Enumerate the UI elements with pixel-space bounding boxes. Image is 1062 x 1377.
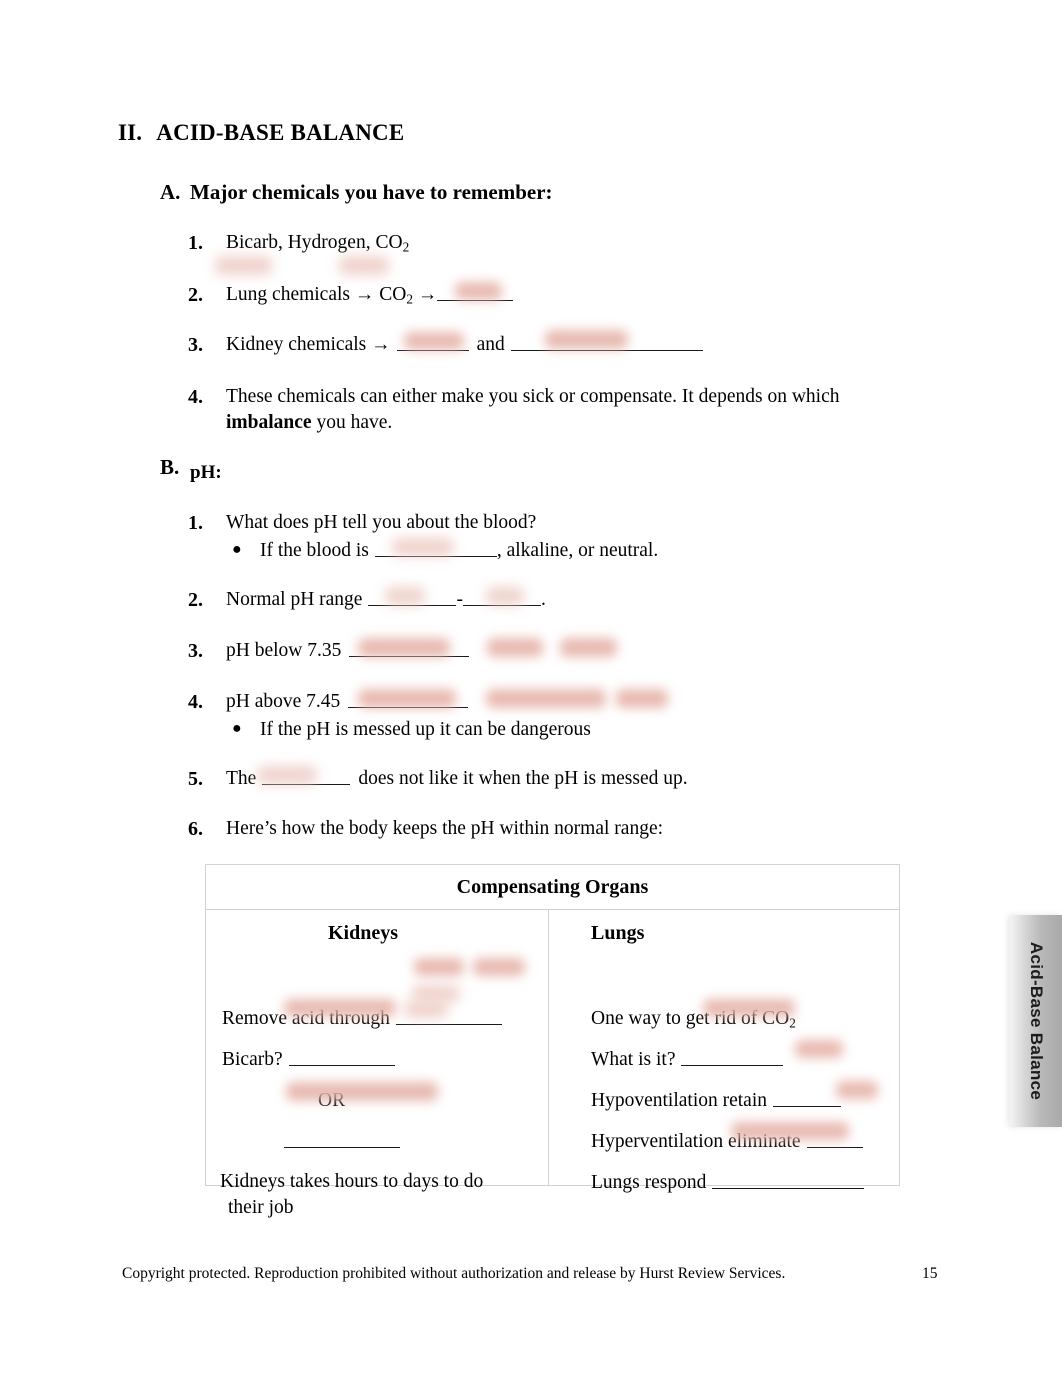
list-item-a1: 1. Bicarb, Hydrogen, CO2: [188, 230, 409, 261]
list-item-b3-number: 3.: [188, 640, 203, 662]
redaction-blob: [560, 638, 617, 657]
fill-in-blank[interactable]: [806, 1147, 863, 1148]
fill-in-blank[interactable]: [348, 707, 469, 708]
bullet-item-b1: ● If the blood is , alkaline, or neutral.: [232, 537, 658, 564]
list-item-b3: 3. pH below 7.35: [188, 638, 470, 664]
list-item-a3-number: 3.: [188, 334, 203, 356]
list-item-a4-number: 4.: [188, 386, 203, 408]
fill-in-blank[interactable]: [712, 1188, 865, 1189]
table-column-header-lungs: Lungs: [591, 922, 645, 944]
list-item-b2-text: Normal pH range -.: [226, 589, 546, 610]
redaction-blob: [616, 689, 668, 708]
list-item-a3: 3. Kidney chemicals → and: [188, 332, 703, 358]
fill-in-blank[interactable]: [681, 1065, 784, 1066]
table-body: Kidneys Remove acid through Bicarb? OR K…: [206, 910, 899, 1218]
subsection-a-letter: A.: [160, 180, 181, 204]
bullet-item-b1-text-before: If the blood is: [260, 540, 369, 561]
list-item-b5-number: 5.: [188, 768, 203, 790]
fill-in-blank[interactable]: [773, 1106, 841, 1107]
list-item-a2-text: Lung chemicals → CO2 →: [226, 282, 514, 313]
section-heading: II. ACID-BASE BALANCE: [118, 120, 404, 146]
subsection-b-heading: B. pH:: [160, 455, 222, 483]
fill-in-blank[interactable]: [262, 784, 351, 785]
list-item-b4: 4. pH above 7.45: [188, 689, 469, 715]
bullet-item-b4: ● If the pH is messed up it can be danger…: [232, 716, 591, 743]
table-cell-blank-line: [284, 1129, 400, 1154]
fill-in-blank[interactable]: [395, 1024, 502, 1025]
list-item-b6-text: Here’s how the body keeps the pH within …: [226, 818, 664, 839]
section-title: ACID-BASE BALANCE: [156, 120, 405, 145]
table-column-kidneys: Kidneys Remove acid through Bicarb? OR K…: [206, 910, 549, 1218]
table-cell-hypoventilation: Hypoventilation retain: [591, 1088, 841, 1113]
list-item-b1-number: 1.: [188, 512, 203, 534]
subsection-a-title: Major chemicals you have to remember:: [190, 180, 553, 204]
fill-in-blank[interactable]: [349, 656, 470, 657]
list-item-b2: 2. Normal pH range -.: [188, 587, 546, 613]
list-item-a1-number: 1.: [188, 232, 203, 254]
redaction-blob: [486, 689, 606, 708]
subscript-2: 2: [402, 239, 410, 255]
fill-in-blank[interactable]: [368, 605, 457, 606]
side-tab-label: Acid-Base Balance: [1027, 941, 1046, 1101]
table-column-header-kidneys: Kidneys: [327, 922, 399, 944]
list-item-b4-number: 4.: [188, 691, 203, 713]
subscript-2: 2: [406, 291, 413, 307]
list-item-b6-number: 6.: [188, 818, 203, 840]
list-item-b3-text: pH below 7.35: [226, 638, 470, 664]
list-item-a2: 2. Lung chemicals → CO2 →: [188, 282, 514, 313]
fill-in-blank[interactable]: [374, 556, 497, 557]
fill-in-blank[interactable]: [288, 1065, 395, 1066]
table-cell-kidneys-time-2: their job: [228, 1197, 294, 1218]
bullet-dot-icon: ●: [232, 541, 242, 558]
list-item-a3-text: Kidney chemicals → and: [226, 332, 703, 358]
table-cell-one-way-co2: One way to get rid of CO2: [591, 1008, 796, 1031]
table-cell-lungs-respond: Lungs respond: [591, 1170, 865, 1195]
list-item-b6: 6. Here’s how the body keeps the pH with…: [188, 816, 663, 842]
document-page: II. ACID-BASE BALANCE A. Major chemicals y…: [0, 0, 1062, 1377]
subscript-2: 2: [789, 1015, 796, 1031]
subsection-a-heading: A. Major chemicals you have to remember:: [160, 180, 553, 205]
list-item-b1-text: What does pH tell you about the blood?: [226, 512, 537, 533]
list-item-a4: 4. These chemicals can either make you s…: [188, 384, 868, 436]
side-tab-acid-base-balance[interactable]: Acid-Base Balance: [1010, 915, 1062, 1127]
list-item-b4-text: pH above 7.45: [226, 689, 469, 715]
footer-copyright: Copyright protected. Reproduction prohib…: [122, 1265, 786, 1282]
fill-in-blank[interactable]: [437, 300, 514, 301]
bullet-item-b4-text: If the pH is messed up it can be dangero…: [260, 719, 591, 740]
fill-in-blank[interactable]: [510, 350, 703, 351]
fill-in-blank[interactable]: [396, 350, 469, 351]
bullet-item-b1-text-after: , alkaline, or neutral.: [496, 540, 659, 561]
table-cell-or: OR: [318, 1090, 346, 1111]
table-cell-bicarb: Bicarb?: [222, 1047, 395, 1072]
list-item-a2-number: 2.: [188, 284, 203, 306]
emphasis-imbalance: imbalance: [226, 412, 312, 433]
fill-in-blank[interactable]: [284, 1147, 400, 1148]
list-item-b5: 5. The does not like it when the pH is me…: [188, 766, 688, 792]
table-title: Compensating Organs: [206, 865, 899, 910]
section-numeral: II.: [118, 120, 143, 145]
table-column-lungs: Lungs One way to get rid of CO2 What is …: [549, 910, 899, 1193]
list-item-a1-text: Bicarb, Hydrogen, CO2: [226, 232, 410, 255]
footer-page-number: 15: [922, 1265, 938, 1282]
list-item-b2-number: 2.: [188, 589, 203, 611]
subsection-b-title: pH:: [190, 462, 222, 483]
redaction-blob: [487, 638, 543, 657]
table-cell-kidneys-time-1: Kidneys takes hours to days to do: [220, 1171, 484, 1192]
list-item-b5-text: The does not like it when the pH is messe…: [226, 768, 688, 789]
table-cell-hyperventilation: Hyperventilation eliminate: [591, 1129, 863, 1154]
table-cell-what-is-it: What is it?: [591, 1047, 784, 1072]
list-item-a4-text: These chemicals can either make you sick…: [226, 386, 840, 433]
list-item-b1: 1. What does pH tell you about the blood…: [188, 510, 536, 536]
fill-in-blank[interactable]: [462, 605, 541, 606]
subsection-b-letter: B.: [160, 455, 180, 479]
bullet-dot-icon: ●: [232, 720, 242, 737]
table-cell-remove-acid: Remove acid through: [222, 1006, 502, 1031]
compensating-organs-table: Compensating Organs Kidneys Remove acid …: [205, 864, 900, 1218]
